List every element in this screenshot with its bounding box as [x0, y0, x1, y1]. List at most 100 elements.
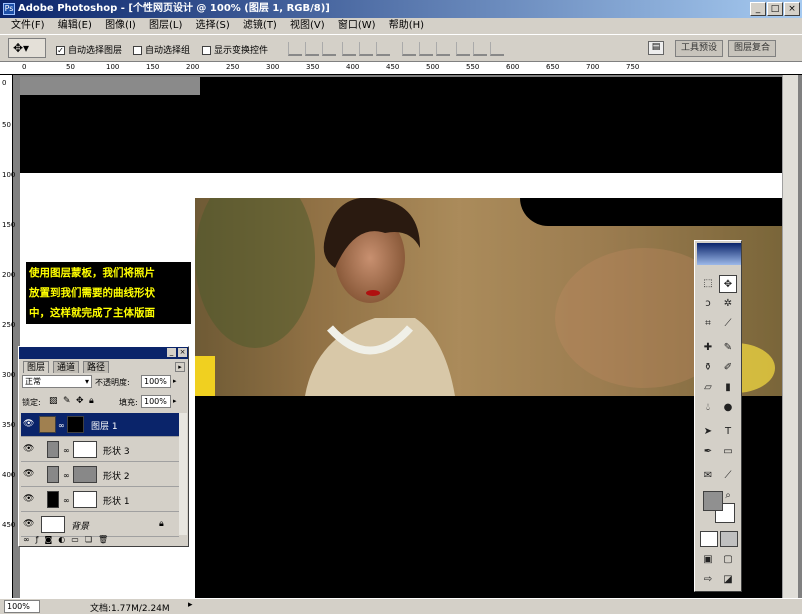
minimize-button[interactable]: _: [750, 2, 766, 16]
menu-view[interactable]: 视图(V): [285, 18, 330, 34]
distribute-hcenter-icon[interactable]: [473, 42, 487, 56]
rectangle-tool-icon[interactable]: ▭: [719, 443, 737, 461]
layer-row[interactable]: 👁︎ 背景 🔒︎: [21, 513, 179, 537]
tool-presets-tab[interactable]: 工具预设: [675, 40, 724, 57]
healing-brush-icon[interactable]: ✚: [699, 339, 717, 357]
standard-mode-icon[interactable]: [700, 531, 718, 547]
align-vcenter-icon[interactable]: [305, 42, 319, 56]
notes-tool-icon[interactable]: ✉: [699, 467, 717, 485]
lock-all-icon[interactable]: 🔒︎: [89, 396, 94, 406]
menu-layer[interactable]: 图层(L): [144, 18, 187, 34]
blend-mode-select[interactable]: 正常 ▾: [22, 375, 92, 388]
align-bottom-icon[interactable]: [322, 42, 336, 56]
link-icon[interactable]: ∞: [63, 446, 70, 455]
link-icon[interactable]: ∞: [58, 421, 65, 430]
lock-image-icon[interactable]: ✎: [63, 396, 71, 406]
layers-panel-titlebar[interactable]: _ ×: [19, 347, 188, 359]
fill-input[interactable]: 100%: [141, 395, 171, 408]
eyedropper-tool-icon[interactable]: ⟋: [719, 467, 737, 485]
jump-to-imageready-icon[interactable]: ⇨: [699, 571, 717, 589]
menu-edit[interactable]: 编辑(E): [53, 18, 97, 34]
tab-paths[interactable]: 路径: [83, 361, 110, 373]
brush-tool-icon[interactable]: ✎: [719, 339, 737, 357]
screen-mode-standard-icon[interactable]: ▣: [699, 551, 717, 569]
menu-window[interactable]: 窗口(W): [333, 18, 381, 34]
blur-tool-icon[interactable]: 💧︎: [699, 399, 717, 417]
new-layer-icon[interactable]: ❏: [85, 535, 98, 544]
layer-row[interactable]: 👁︎ ∞ 图层 1: [21, 413, 179, 437]
slice-tool-icon[interactable]: ⟋: [719, 315, 737, 333]
move-tool-preset-picker[interactable]: ✥▾: [8, 38, 46, 58]
clone-stamp-icon[interactable]: ⚱: [699, 359, 717, 377]
opacity-arrow-icon[interactable]: ▸: [173, 377, 177, 385]
magic-wand-tool-icon[interactable]: ✲: [719, 295, 737, 313]
type-tool-icon[interactable]: T: [719, 423, 737, 441]
distribute-right-icon[interactable]: [490, 42, 504, 56]
foreground-color-swatch[interactable]: [703, 491, 723, 511]
lock-position-icon[interactable]: ✥: [76, 396, 84, 406]
opacity-input[interactable]: 100%: [141, 375, 171, 388]
dodge-tool-icon[interactable]: ●: [719, 399, 737, 417]
auto-select-group-option[interactable]: 自动选择组: [133, 43, 190, 56]
move-tool-icon[interactable]: ✥: [719, 275, 737, 293]
tab-channels[interactable]: 通道: [53, 361, 80, 373]
vector-mask-thumbnail[interactable]: [73, 466, 97, 483]
path-selection-icon[interactable]: ➤: [699, 423, 717, 441]
show-transform-checkbox[interactable]: [202, 46, 211, 55]
menu-file[interactable]: 文件(F): [6, 18, 50, 34]
distribute-left-icon[interactable]: [456, 42, 470, 56]
close-button[interactable]: ×: [784, 2, 800, 16]
fill-arrow-icon[interactable]: ▸: [173, 397, 177, 405]
align-right-icon[interactable]: [376, 42, 390, 56]
new-group-icon[interactable]: ▭: [71, 535, 85, 544]
lasso-tool-icon[interactable]: ↄ: [699, 295, 717, 313]
layer-row[interactable]: 👁︎ ∞ 形状 1: [21, 488, 179, 512]
imageready-icon[interactable]: ◪: [719, 571, 737, 589]
eye-icon[interactable]: 👁︎: [23, 444, 34, 454]
distribute-top-icon[interactable]: [402, 42, 416, 56]
show-transform-option[interactable]: 显示变换控件: [202, 43, 268, 56]
maximize-button[interactable]: □: [767, 2, 783, 16]
layer-mask-thumbnail[interactable]: [67, 416, 84, 433]
auto-select-layer-checkbox[interactable]: ✓: [56, 46, 65, 55]
vector-mask-thumbnail[interactable]: [73, 441, 97, 458]
eye-icon[interactable]: 👁︎: [23, 469, 34, 479]
align-hcenter-icon[interactable]: [359, 42, 373, 56]
align-left-icon[interactable]: [342, 42, 356, 56]
tab-layers[interactable]: 图层: [23, 361, 50, 373]
distribute-vcenter-icon[interactable]: [419, 42, 433, 56]
pen-tool-icon[interactable]: ✒: [699, 443, 717, 461]
auto-select-group-checkbox[interactable]: [133, 46, 142, 55]
distribute-bottom-icon[interactable]: [436, 42, 450, 56]
layer-style-icon[interactable]: ƒ: [36, 535, 45, 544]
eraser-tool-icon[interactable]: ▱: [699, 379, 717, 397]
layer-comps-tab[interactable]: 图层复合: [728, 40, 777, 57]
status-menu-arrow-icon[interactable]: ▸: [188, 600, 193, 610]
history-brush-icon[interactable]: ✐: [719, 359, 737, 377]
photoshop-feather-icon[interactable]: [697, 243, 741, 265]
menu-image[interactable]: 图像(I): [100, 18, 141, 34]
screen-mode-full-icon[interactable]: ▢: [719, 551, 737, 569]
link-icon[interactable]: ∞: [63, 471, 70, 480]
file-browser-icon[interactable]: ▤: [648, 41, 664, 55]
lock-transparent-icon[interactable]: ▨: [49, 396, 58, 406]
panel-minimize-icon[interactable]: _: [167, 348, 176, 357]
auto-select-layer-option[interactable]: ✓ 自动选择图层: [56, 43, 122, 56]
add-mask-icon[interactable]: ◙: [45, 535, 59, 544]
panel-menu-icon[interactable]: ▸: [175, 362, 185, 372]
eye-icon[interactable]: 👁︎: [23, 494, 34, 504]
panel-close-icon[interactable]: ×: [178, 348, 187, 357]
vertical-scrollbar[interactable]: [782, 75, 798, 598]
marquee-tool-icon[interactable]: ⬚: [699, 275, 717, 293]
crop-tool-icon[interactable]: ⌗: [699, 315, 717, 333]
zoom-field[interactable]: 100%: [4, 600, 40, 613]
menu-help[interactable]: 帮助(H): [384, 18, 429, 34]
menu-select[interactable]: 选择(S): [191, 18, 235, 34]
layer-row[interactable]: 👁︎ ∞ 形状 3: [21, 438, 179, 462]
layer-row[interactable]: 👁︎ ∞ 形状 2: [21, 463, 179, 487]
link-layers-icon[interactable]: ∞: [23, 535, 36, 544]
vector-mask-thumbnail[interactable]: [73, 491, 97, 508]
gradient-tool-icon[interactable]: ▮: [719, 379, 737, 397]
adjustment-layer-icon[interactable]: ◐: [58, 535, 71, 544]
eye-icon[interactable]: 👁︎: [23, 519, 34, 529]
